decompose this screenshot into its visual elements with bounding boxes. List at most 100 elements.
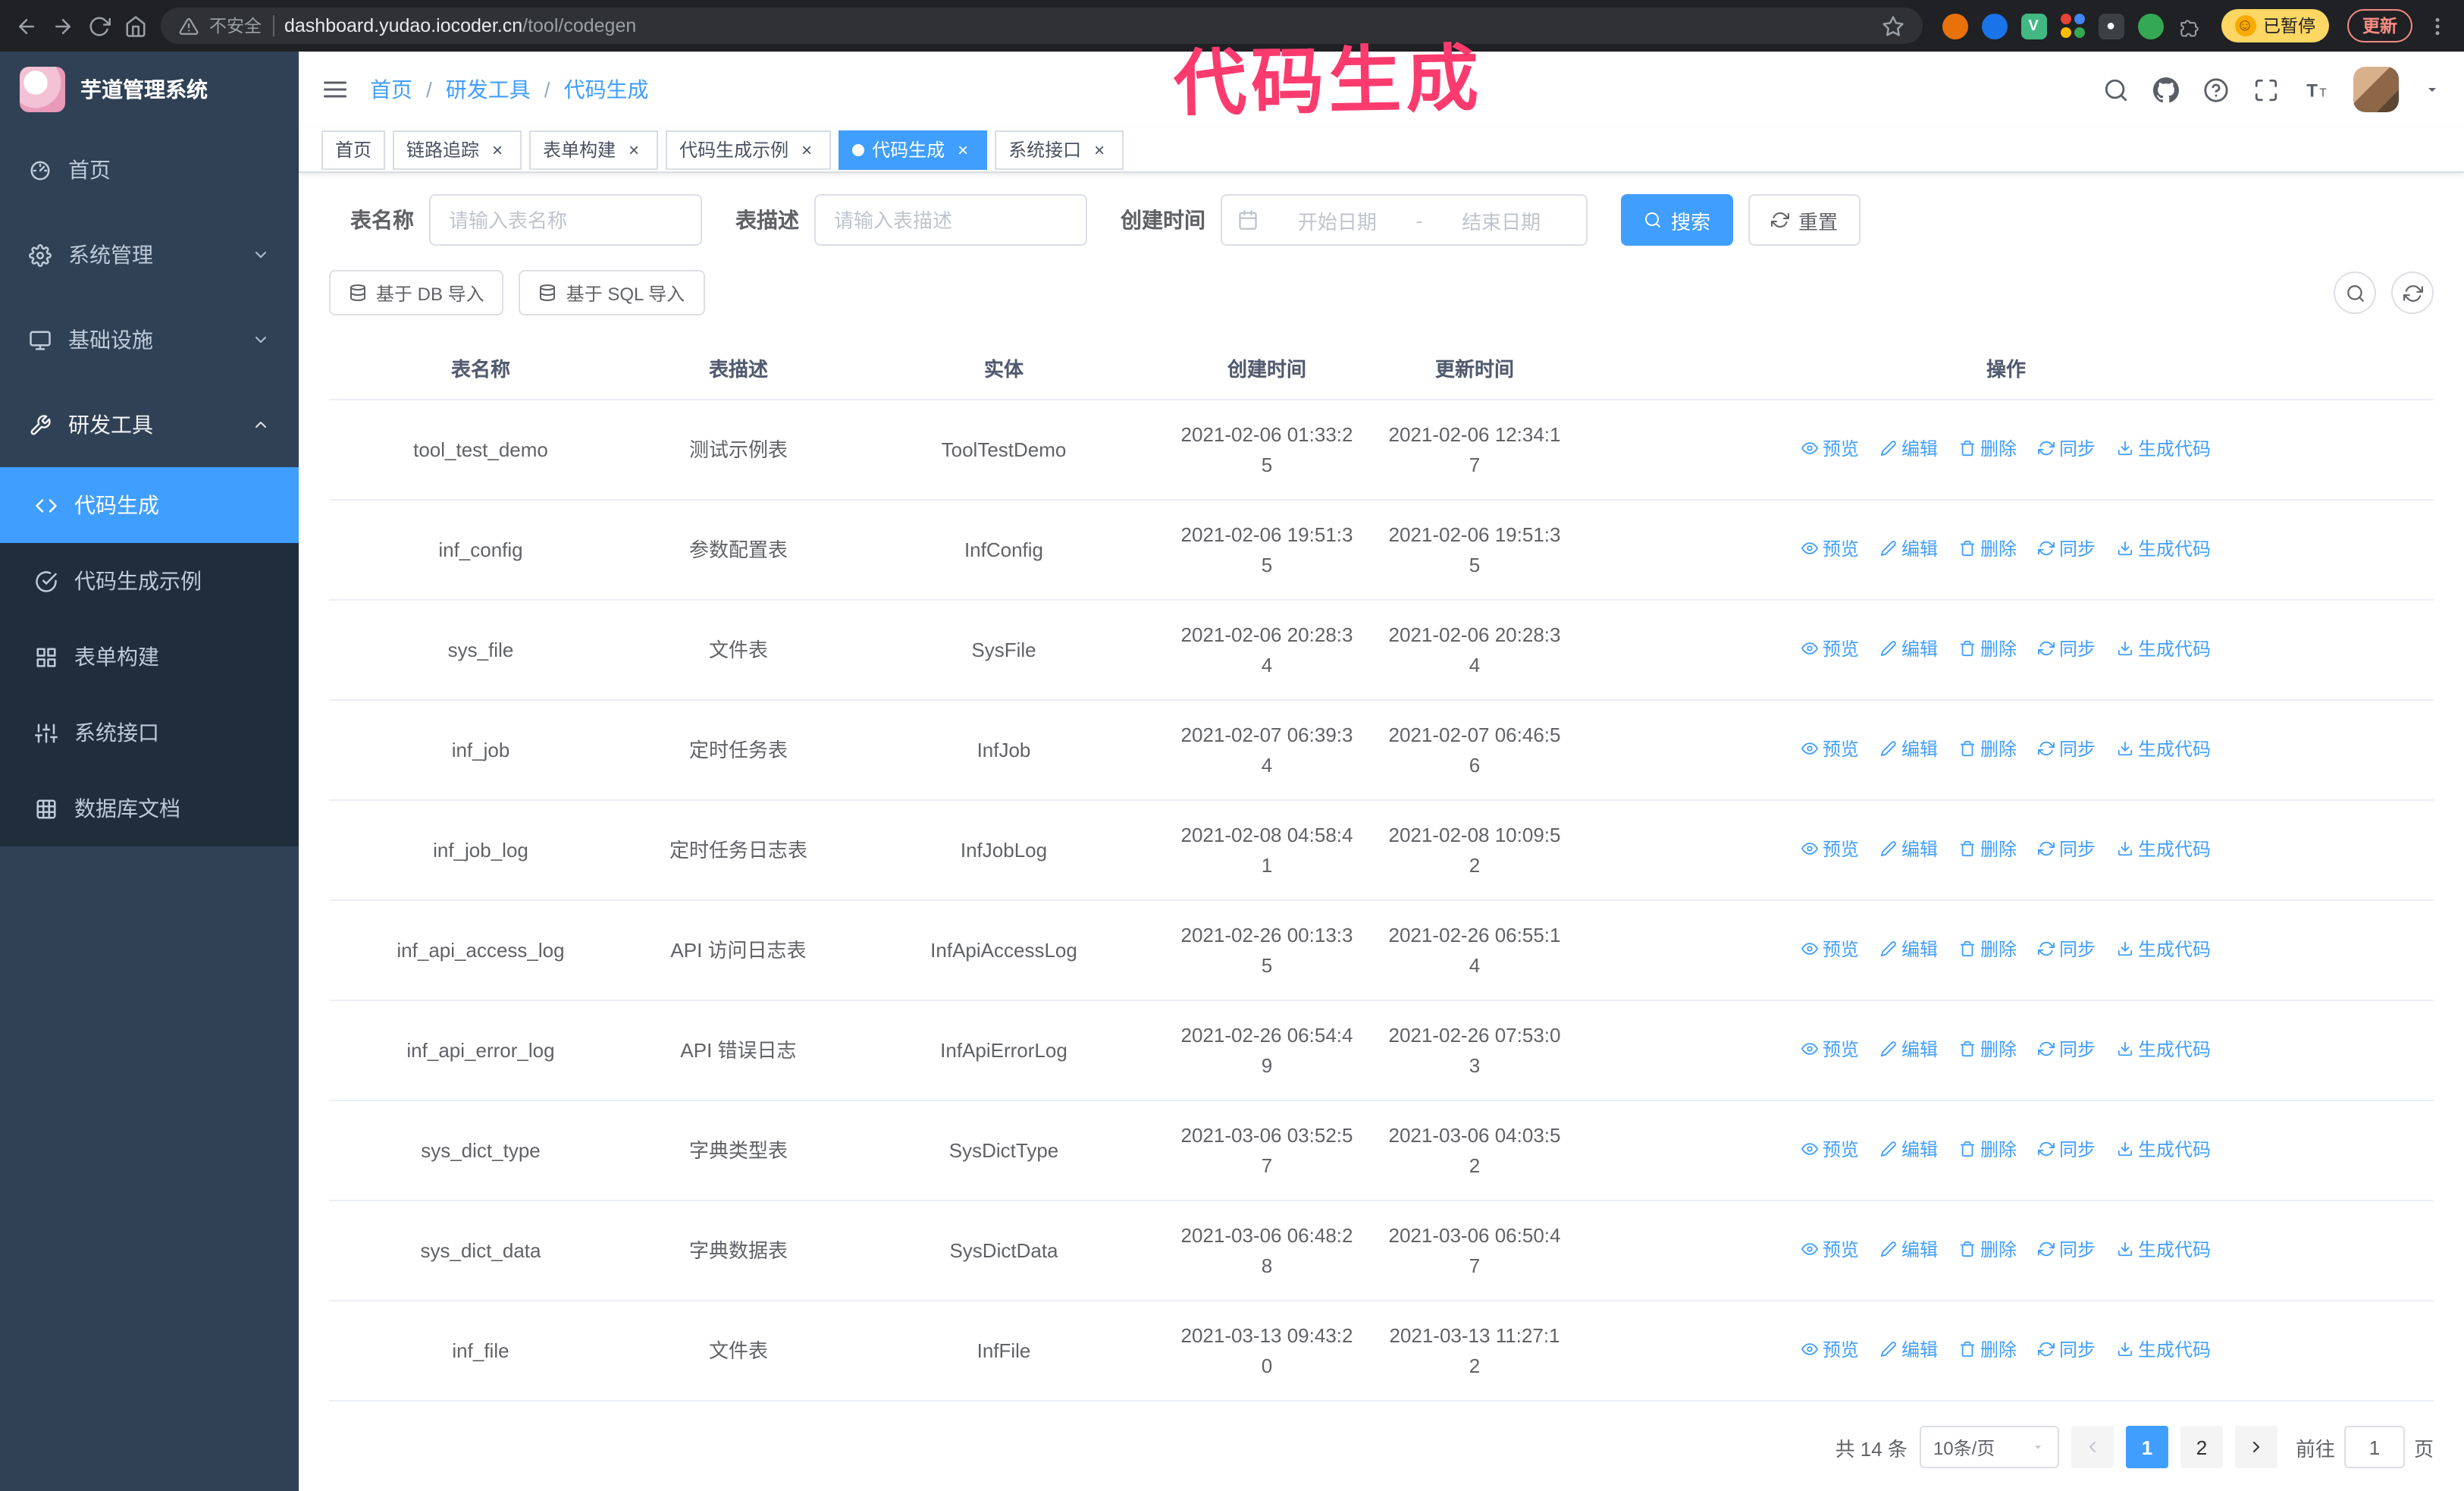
table-desc-input[interactable] [814,194,1087,246]
browser-back-icon[interactable] [15,14,38,37]
import-sql-button[interactable]: 基于 SQL 导入 [519,270,705,315]
sidebar-toggle-icon[interactable] [321,76,349,103]
breadcrumb-item[interactable]: 首页 [370,74,412,105]
tab-close-icon[interactable]: × [796,139,817,160]
extension-blue-icon[interactable] [1981,13,2007,39]
sidebar-item-devtools[interactable]: 研发工具 [0,382,299,467]
generate-code-link[interactable]: 生成代码 [2117,935,2211,962]
sync-link[interactable]: 同步 [2038,735,2096,762]
preview-link[interactable]: 预览 [1801,535,1859,562]
tab-codegen[interactable]: 代码生成 × [839,130,988,169]
pagination-page-1[interactable]: 1 [2125,1426,2168,1468]
preview-link[interactable]: 预览 [1801,1235,1859,1263]
tab-tracing[interactable]: 链路追踪 × [393,130,522,169]
edit-link[interactable]: 编辑 [1880,735,1938,762]
edit-link[interactable]: 编辑 [1880,435,1938,462]
tab-api[interactable]: 系统接口 × [995,130,1124,169]
delete-link[interactable]: 删除 [1959,1135,2017,1163]
preview-link[interactable]: 预览 [1801,1135,1859,1163]
security-warning-icon[interactable] [179,16,199,36]
generate-code-link[interactable]: 生成代码 [2117,1035,2211,1063]
import-db-button[interactable]: 基于 DB 导入 [329,270,504,315]
profile-paused-chip[interactable]: ☺ 已暂停 [2221,9,2329,42]
generate-code-link[interactable]: 生成代码 [2117,1235,2211,1263]
sync-link[interactable]: 同步 [2038,635,2096,662]
extension-avatars-grid-icon[interactable] [2060,14,2084,38]
sidebar-subitem-db-doc[interactable]: 数据库文档 [0,771,299,846]
generate-code-link[interactable]: 生成代码 [2117,535,2211,562]
pagination-prev-button[interactable] [2071,1426,2114,1468]
table-refresh-button[interactable] [2391,272,2434,314]
delete-link[interactable]: 删除 [1959,835,2017,862]
pagination-next-button[interactable] [2234,1426,2277,1468]
sync-link[interactable]: 同步 [2038,835,2096,862]
preview-link[interactable]: 预览 [1801,435,1859,462]
sidebar-subitem-codegen[interactable]: 代码生成 [0,467,299,543]
font-size-icon[interactable]: TT [2303,77,2329,102]
generate-code-link[interactable]: 生成代码 [2117,735,2211,762]
sidebar-item-infra[interactable]: 基础设施 [0,297,299,382]
browser-home-icon[interactable] [124,14,147,37]
preview-link[interactable]: 预览 [1801,935,1859,962]
sidebar-subitem-form-builder[interactable]: 表单构建 [0,619,299,695]
delete-link[interactable]: 删除 [1959,535,2017,562]
table-name-input[interactable] [429,194,702,246]
delete-link[interactable]: 删除 [1959,635,2017,662]
breadcrumb-item[interactable]: 代码生成 [564,74,649,105]
delete-link[interactable]: 删除 [1959,435,2017,462]
table-search-toggle-button[interactable] [2334,272,2376,314]
preview-link[interactable]: 预览 [1801,635,1859,662]
breadcrumb-item[interactable]: 研发工具 [446,74,531,105]
generate-code-link[interactable]: 生成代码 [2117,1135,2211,1163]
extension-green-icon[interactable] [2137,13,2163,39]
page-size-select[interactable]: 10条/页 [1919,1426,2059,1468]
search-icon[interactable] [2103,77,2129,102]
delete-link[interactable]: 删除 [1959,935,2017,962]
url-text[interactable]: dashboard.yudao.iocoder.cn/tool/codegen [284,15,1870,36]
edit-link[interactable]: 编辑 [1880,635,1938,662]
tab-close-icon[interactable]: × [487,139,508,160]
fullscreen-icon[interactable] [2253,77,2279,102]
tab-form-builder[interactable]: 表单构建 × [529,130,659,169]
goto-page-input[interactable] [2343,1426,2405,1468]
edit-link[interactable]: 编辑 [1880,1336,1938,1363]
preview-link[interactable]: 预览 [1801,1035,1859,1063]
sidebar-item-system[interactable]: 系统管理 [0,212,299,297]
sync-link[interactable]: 同步 [2038,1135,2096,1163]
app-logo[interactable]: 芋道管理系统 [0,52,299,127]
preview-link[interactable]: 预览 [1801,835,1859,862]
generate-code-link[interactable]: 生成代码 [2117,835,2211,862]
delete-link[interactable]: 删除 [1959,1235,2017,1263]
sync-link[interactable]: 同步 [2038,1235,2096,1263]
sync-link[interactable]: 同步 [2038,1035,2096,1063]
edit-link[interactable]: 编辑 [1880,935,1938,962]
search-button[interactable]: 搜索 [1621,194,1734,246]
chrome-update-button[interactable]: 更新 [2347,9,2412,42]
delete-link[interactable]: 删除 [1959,735,2017,762]
sync-link[interactable]: 同步 [2038,535,2096,562]
generate-code-link[interactable]: 生成代码 [2117,1336,2211,1363]
github-icon[interactable] [2153,77,2179,102]
reset-button[interactable]: 重置 [1748,194,1861,246]
browser-forward-icon[interactable] [52,14,74,37]
help-icon[interactable] [2203,77,2229,102]
tab-home[interactable]: 首页 [321,130,386,169]
tab-close-icon[interactable]: × [952,139,973,160]
browser-reload-icon[interactable] [88,14,111,37]
preview-link[interactable]: 预览 [1801,735,1859,762]
user-avatar[interactable] [2353,67,2399,112]
pagination-page-2[interactable]: 2 [2180,1426,2223,1468]
create-time-range-picker[interactable]: 开始日期 - 结束日期 [1221,194,1588,246]
sidebar-item-home[interactable]: 首页 [0,127,299,212]
extension-vue-icon[interactable]: V [2020,13,2046,39]
sidebar-subitem-codegen-example[interactable]: 代码生成示例 [0,543,299,619]
edit-link[interactable]: 编辑 [1880,1135,1938,1163]
edit-link[interactable]: 编辑 [1880,835,1938,862]
sync-link[interactable]: 同步 [2038,935,2096,962]
extension-recorder-icon[interactable]: ● [2098,13,2124,39]
preview-link[interactable]: 预览 [1801,1336,1859,1363]
generate-code-link[interactable]: 生成代码 [2117,435,2211,462]
bookmark-star-icon[interactable] [1881,14,1904,37]
sync-link[interactable]: 同步 [2038,435,2096,462]
date-start-placeholder[interactable]: 开始日期 [1268,206,1407,234]
